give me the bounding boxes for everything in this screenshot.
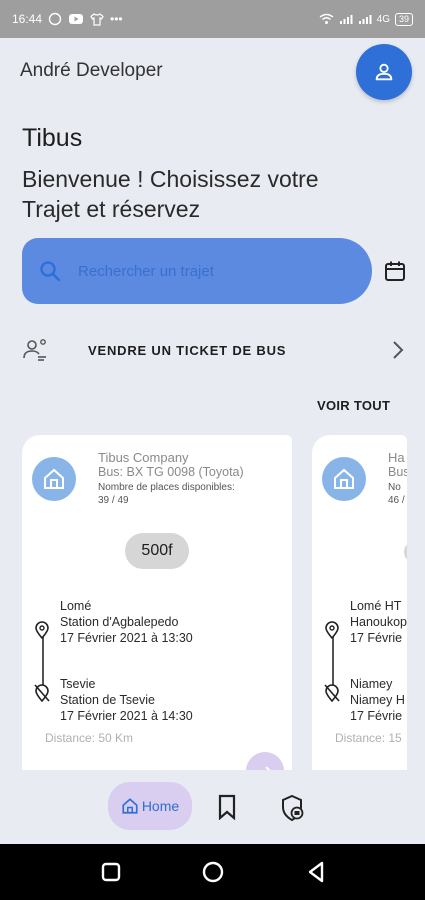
seats-label: No	[388, 482, 401, 493]
seats-value: 46 /	[388, 495, 405, 506]
departure-city: Lomé HT	[350, 599, 402, 613]
company-avatar	[32, 457, 76, 501]
wifi-icon	[319, 13, 334, 24]
triangle-back-icon[interactable]	[304, 860, 328, 884]
network-type: 4G	[376, 13, 390, 25]
trip-card[interactable]: Ha Bus No 46 / Lomé HT Hanoukop 17 Févri…	[312, 435, 407, 780]
welcome-subtitle: Bienvenue ! Choisissez votre Trajet et r…	[22, 166, 319, 222]
company-name: Tibus Company	[98, 450, 189, 465]
location-off-icon	[34, 684, 50, 702]
status-bar: 16:44 ••• 4G 39	[0, 0, 425, 38]
departure-info: Lomé Station d'Agbalepedo 17 Février 202…	[60, 598, 193, 646]
status-left: 16:44 •••	[12, 12, 123, 26]
notification-dots: •••	[110, 12, 123, 26]
home-icon	[334, 468, 354, 489]
search-bar[interactable]	[22, 238, 372, 304]
trip-distance: Distance: 15	[335, 731, 402, 745]
profile-button[interactable]	[356, 44, 412, 100]
see-all-link[interactable]: VOIR TOUT	[317, 398, 390, 413]
departure-datetime: 17 Février 2021 à 13:30	[60, 631, 193, 645]
seats-label: Nombre de places disponibles:	[98, 482, 235, 493]
battery-level: 39	[394, 12, 413, 26]
ticket-icon[interactable]	[278, 794, 306, 822]
bus-info: Bus	[388, 465, 407, 479]
departure-info: Lomé HT Hanoukop 17 Févrie	[350, 598, 407, 646]
arrival-info: Tsevie Station de Tsevie 17 Février 2021…	[60, 676, 193, 724]
square-icon[interactable]	[99, 860, 123, 884]
circle-icon[interactable]	[201, 860, 225, 884]
seller-icon	[23, 339, 46, 361]
system-nav-bar	[0, 844, 425, 900]
nav-home[interactable]: Home	[108, 782, 192, 830]
arrival-station: Niamey H	[350, 693, 405, 707]
search-input[interactable]	[78, 262, 338, 280]
bus-info: Bus: BX TG 0098 (Toyota)	[98, 465, 244, 479]
signal-icon-2	[358, 15, 372, 24]
arrival-info: Niamey Niamey H 17 Févrie	[350, 676, 405, 724]
arrival-station: Station de Tsevie	[60, 693, 155, 707]
departure-station: Station d'Agbalepedo	[60, 615, 179, 629]
person-icon	[375, 63, 393, 81]
location-off-icon	[324, 684, 340, 702]
user-name: André Developer	[20, 60, 163, 81]
bottom-nav: Home	[0, 770, 425, 844]
trip-distance: Distance: 50 Km	[45, 731, 134, 745]
company-name: Ha	[388, 450, 405, 465]
price-badge	[404, 541, 407, 563]
signal-icon	[339, 15, 353, 24]
company-avatar	[322, 457, 366, 501]
search-icon	[40, 261, 61, 282]
home-icon	[44, 468, 64, 489]
whatsapp-icon	[48, 12, 62, 26]
youtube-icon	[69, 14, 84, 24]
trip-card[interactable]: Tibus Company Bus: BX TG 0098 (Toyota) N…	[22, 435, 292, 780]
arrival-datetime: 17 Févrie	[350, 709, 403, 723]
bookmark-icon[interactable]	[215, 794, 239, 820]
sell-ticket-label: VENDRE UN TICKET DE BUS	[88, 342, 287, 358]
chevron-right-icon	[393, 341, 404, 359]
status-right: 4G 39	[319, 12, 413, 26]
departure-station: Hanoukop	[350, 615, 407, 629]
home-icon	[122, 798, 138, 814]
location-pin-icon	[325, 621, 339, 639]
calendar-icon[interactable]	[383, 259, 407, 283]
seats-value: 39 / 49	[98, 495, 129, 506]
arrival-city: Tsevie	[60, 677, 96, 691]
status-time: 16:44	[12, 12, 43, 26]
nav-home-label: Home	[141, 798, 180, 814]
location-pin-icon	[35, 621, 49, 639]
app-title: Tibus	[22, 124, 83, 152]
shirt-icon	[90, 12, 104, 26]
departure-city: Lomé	[60, 599, 92, 613]
arrival-datetime: 17 Février 2021 à 14:30	[60, 709, 193, 723]
sell-ticket-row[interactable]: VENDRE UN TICKET DE BUS	[22, 332, 407, 368]
departure-datetime: 17 Févrie	[350, 631, 403, 645]
price-badge: 500f	[125, 533, 189, 569]
arrival-city: Niamey	[350, 677, 393, 691]
